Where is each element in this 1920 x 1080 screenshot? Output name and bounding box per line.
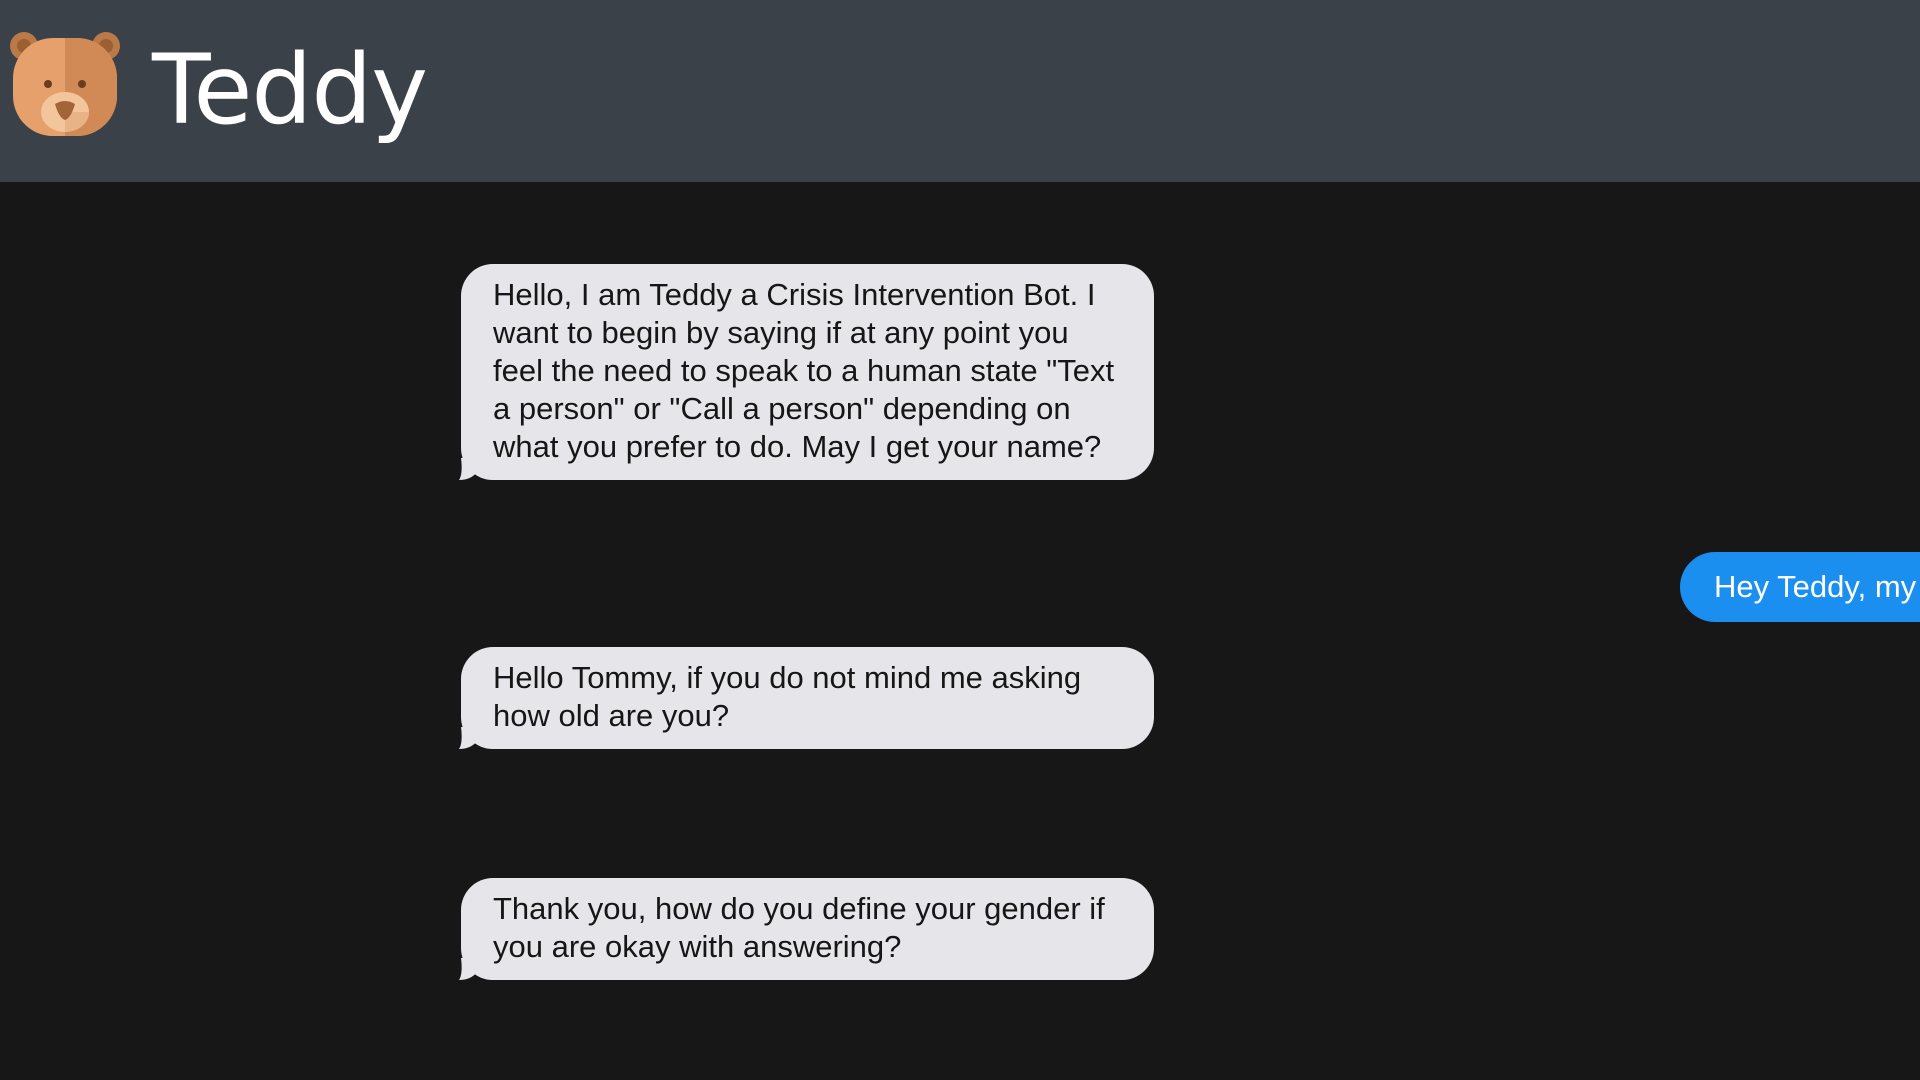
bot-message-text: Thank you, how do you define your gender… xyxy=(493,891,1105,964)
bot-message: Hello Tommy, if you do not mind me askin… xyxy=(459,647,1154,749)
app-title: Teddy xyxy=(152,34,428,146)
user-message: Hey Teddy, my xyxy=(1680,552,1920,622)
chat-area: Hello, I am Teddy a Crisis Intervention … xyxy=(0,182,1920,1080)
chat-app: Teddy Hello, I am Teddy a Crisis Interve… xyxy=(0,0,1920,1080)
user-message-text: Hey Teddy, my xyxy=(1714,569,1917,604)
bot-message-text: Hello, I am Teddy a Crisis Intervention … xyxy=(493,277,1115,464)
app-header: Teddy xyxy=(0,0,1920,182)
bot-message-text: Hello Tommy, if you do not mind me askin… xyxy=(493,660,1082,733)
bot-message: Hello, I am Teddy a Crisis Intervention … xyxy=(459,264,1154,480)
bubble-tail-icon xyxy=(459,727,477,749)
bot-message: Thank you, how do you define your gender… xyxy=(459,878,1154,980)
teddy-bear-icon xyxy=(10,32,120,136)
bubble-tail-icon xyxy=(459,958,477,980)
bubble-tail-icon xyxy=(459,458,477,480)
